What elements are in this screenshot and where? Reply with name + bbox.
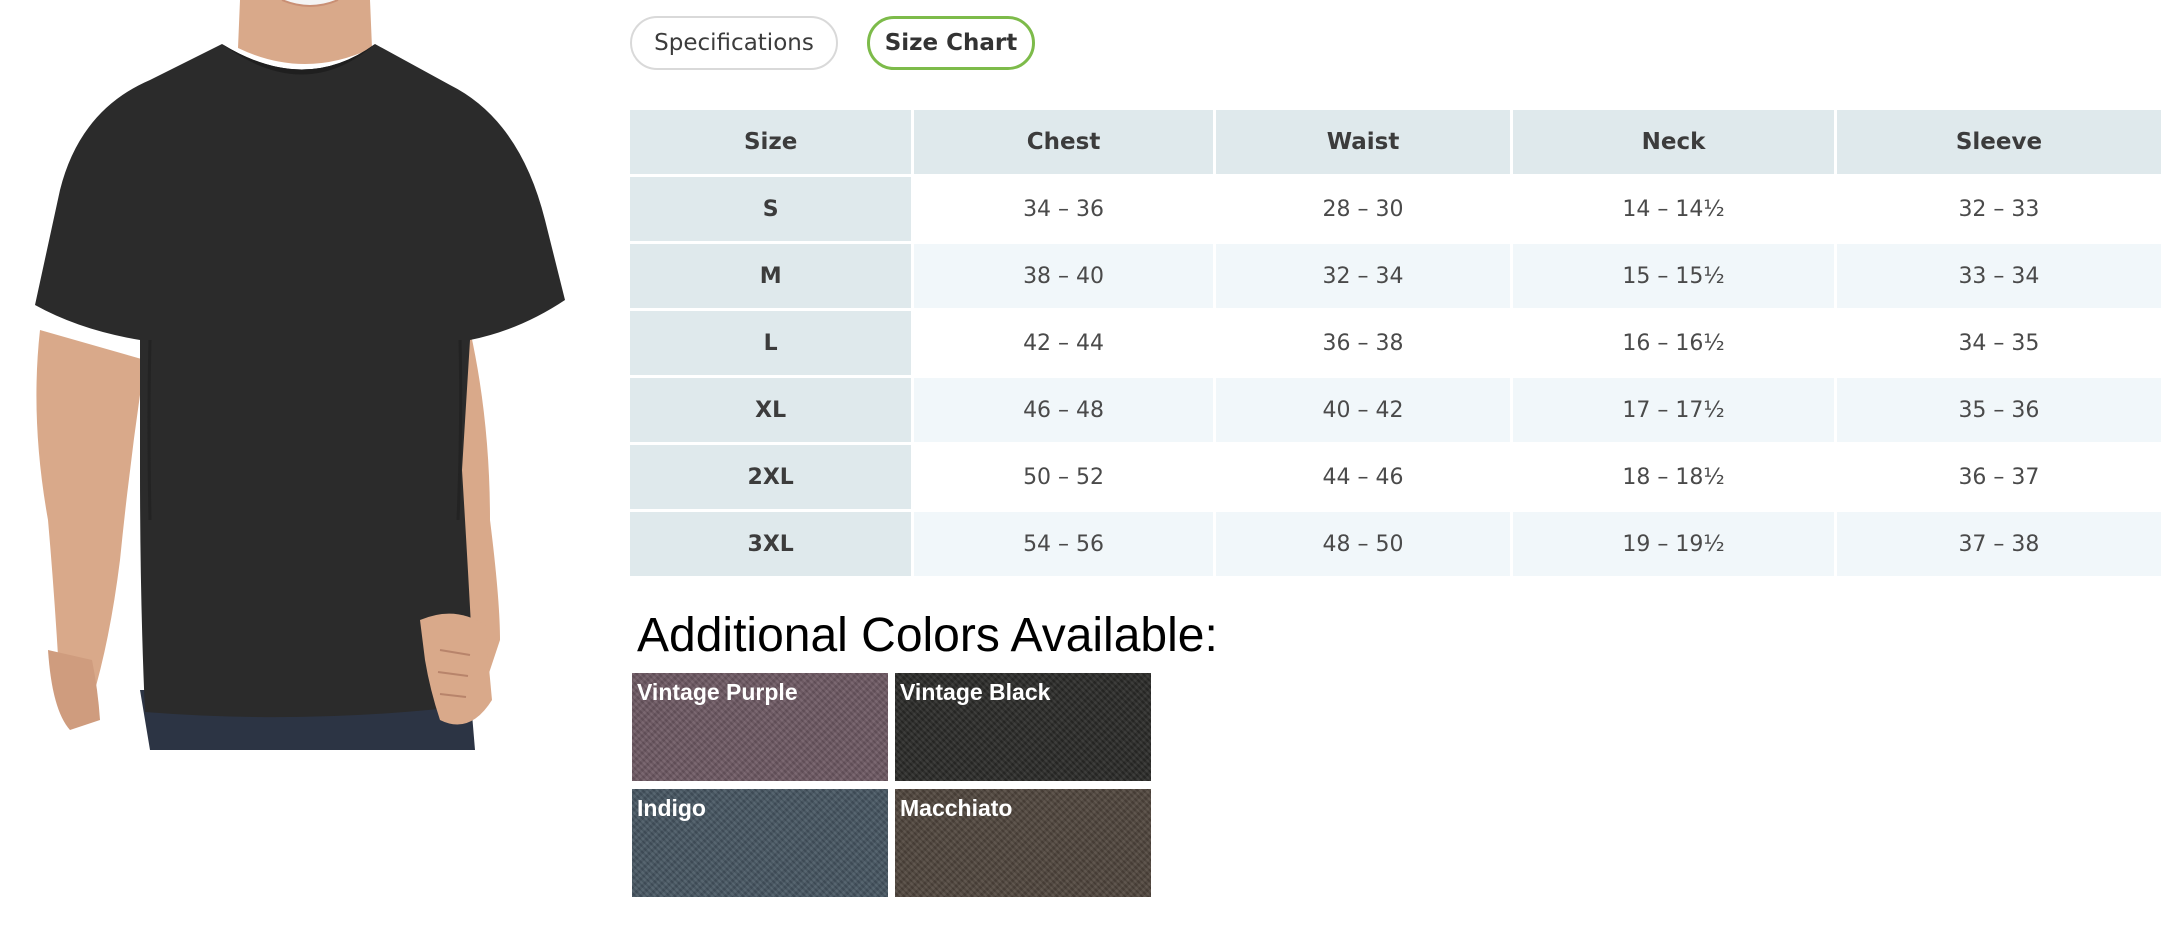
chest-cell: 54 – 56 — [914, 509, 1213, 576]
size-cell: L — [630, 308, 912, 375]
tab-size-chart-label: Size Chart — [884, 30, 1018, 56]
sleeve-cell: 35 – 36 — [1836, 375, 2161, 442]
swatch-label: Indigo — [637, 795, 706, 821]
size-cell: 2XL — [630, 442, 912, 509]
size-cell: XL — [630, 375, 912, 442]
table-row: S 34 – 36 28 – 30 14 – 14½ 32 – 33 — [630, 174, 2161, 241]
table-row: M 38 – 40 32 – 34 15 – 15½ 33 – 34 — [630, 241, 2161, 308]
waist-cell: 32 – 34 — [1215, 241, 1511, 308]
header-size: Size — [630, 110, 912, 174]
header-neck: Neck — [1513, 110, 1834, 174]
swatch-label: Vintage Purple — [637, 679, 798, 705]
size-cell: M — [630, 241, 912, 308]
header-chest: Chest — [914, 110, 1213, 174]
sleeve-cell: 33 – 34 — [1836, 241, 2161, 308]
chest-cell: 42 – 44 — [914, 308, 1213, 375]
neck-cell: 17 – 17½ — [1513, 375, 1834, 442]
table-header-row: Size Chest Waist Neck Sleeve — [630, 110, 2161, 174]
sleeve-cell: 32 – 33 — [1836, 174, 2161, 241]
color-swatch-vintage-purple[interactable]: Vintage Purple — [632, 673, 888, 781]
product-photo — [0, 0, 580, 750]
neck-cell: 18 – 18½ — [1513, 442, 1834, 509]
waist-cell: 36 – 38 — [1215, 308, 1511, 375]
size-chart-table: Size Chest Waist Neck Sleeve S 34 – 36 2… — [627, 110, 2164, 576]
chest-cell: 38 – 40 — [914, 241, 1213, 308]
tab-specifications[interactable]: Specifications — [630, 16, 838, 70]
swatch-label: Macchiato — [900, 795, 1013, 821]
size-cell: 3XL — [630, 509, 912, 576]
chest-cell: 50 – 52 — [914, 442, 1213, 509]
waist-cell: 28 – 30 — [1215, 174, 1511, 241]
header-waist: Waist — [1215, 110, 1511, 174]
color-swatch-macchiato[interactable]: Macchiato — [895, 789, 1151, 897]
sleeve-cell: 36 – 37 — [1836, 442, 2161, 509]
color-swatch-indigo[interactable]: Indigo — [632, 789, 888, 897]
waist-cell: 40 – 42 — [1215, 375, 1511, 442]
tshirt-model-image — [0, 0, 580, 750]
waist-cell: 44 – 46 — [1215, 442, 1511, 509]
table-row: 3XL 54 – 56 48 – 50 19 – 19½ 37 – 38 — [630, 509, 2161, 576]
table-row: L 42 – 44 36 – 38 16 – 16½ 34 – 35 — [630, 308, 2161, 375]
neck-cell: 19 – 19½ — [1513, 509, 1834, 576]
header-sleeve: Sleeve — [1836, 110, 2161, 174]
tab-size-chart[interactable]: Size Chart — [867, 16, 1035, 70]
neck-cell: 15 – 15½ — [1513, 241, 1834, 308]
chest-cell: 34 – 36 — [914, 174, 1213, 241]
chest-cell: 46 – 48 — [914, 375, 1213, 442]
tab-specifications-label: Specifications — [654, 30, 814, 56]
swatch-label: Vintage Black — [900, 679, 1051, 705]
waist-cell: 48 – 50 — [1215, 509, 1511, 576]
neck-cell: 14 – 14½ — [1513, 174, 1834, 241]
color-swatch-vintage-black[interactable]: Vintage Black — [895, 673, 1151, 781]
additional-colors-heading: Additional Colors Available: — [637, 609, 1218, 662]
sleeve-cell: 37 – 38 — [1836, 509, 2161, 576]
table-row: 2XL 50 – 52 44 – 46 18 – 18½ 36 – 37 — [630, 442, 2161, 509]
sleeve-cell: 34 – 35 — [1836, 308, 2161, 375]
table-row: XL 46 – 48 40 – 42 17 – 17½ 35 – 36 — [630, 375, 2161, 442]
neck-cell: 16 – 16½ — [1513, 308, 1834, 375]
size-cell: S — [630, 174, 912, 241]
